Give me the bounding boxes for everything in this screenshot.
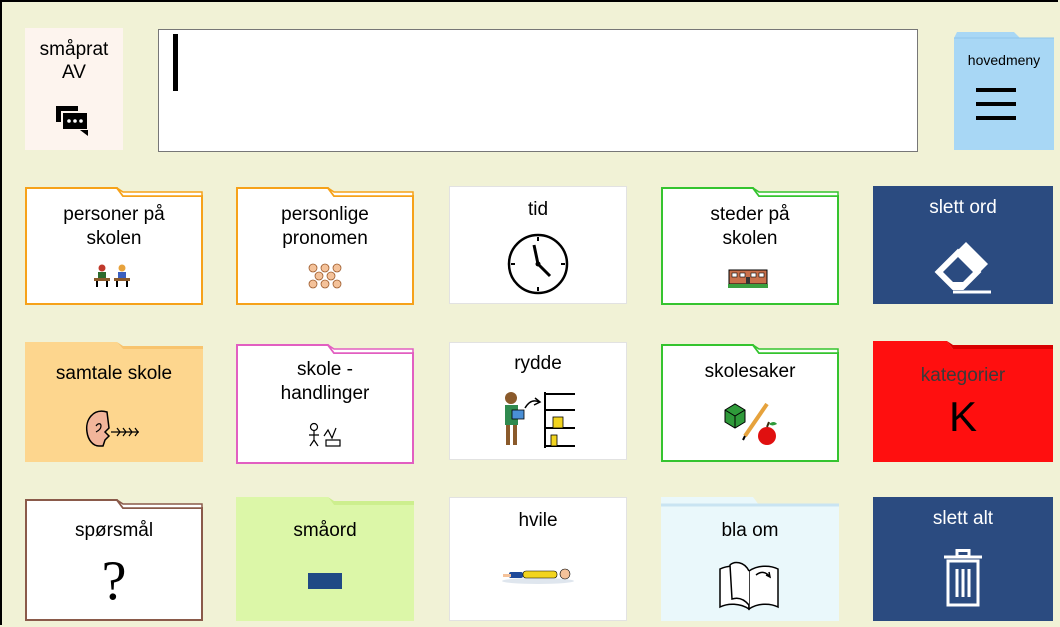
tile-label: steder på skolen (710, 204, 790, 249)
tile-label: slett alt (932, 508, 994, 529)
hamburger-menu-icon (976, 88, 1016, 120)
folder-personer-pa-skolen[interactable]: personer på skolen (25, 185, 203, 305)
folder-skolesaker[interactable]: skolesaker (661, 342, 839, 462)
tile-label: bla om (721, 520, 779, 541)
speaking-head-icon (85, 410, 139, 447)
school-actions-icon (309, 422, 341, 447)
school-supplies-icon (724, 402, 777, 445)
main-menu-label: hovedmeny (967, 52, 1041, 68)
question-mark-glyph: ? (101, 550, 127, 612)
page-turn-book-icon (719, 561, 779, 611)
clock-icon (507, 233, 569, 295)
kategorier-glyph: K (948, 393, 977, 440)
folder-skole-handlinger[interactable]: skole - handlinger (236, 342, 414, 464)
folder-personlige-pronomen[interactable]: personlige pronomen (236, 185, 414, 305)
folder-sporsmal[interactable]: spørsmål ? (25, 497, 203, 621)
tile-label: skole - handlinger (280, 359, 370, 404)
tidy-shelf-icon (505, 392, 575, 448)
tile-label: personlige pronomen (281, 204, 369, 249)
slett-ord-button[interactable]: slett ord (873, 186, 1053, 304)
folder-samtale-skole[interactable]: samtale skole (25, 342, 203, 462)
chat-bubbles-icon (56, 106, 89, 136)
folder-smaord[interactable]: småord (236, 497, 414, 621)
button-hvile[interactable]: hvile (449, 497, 627, 621)
main-menu-button[interactable]: hovedmeny (954, 32, 1054, 150)
folder-kategorier[interactable]: kategorier K (873, 341, 1053, 462)
tile-label: småord (293, 520, 357, 541)
tile-label: kategorier (920, 365, 1006, 386)
message-bar[interactable] (158, 29, 918, 152)
button-tid[interactable]: tid (449, 186, 627, 304)
school-people-icon (94, 264, 130, 287)
folder-steder-pa-skolen[interactable]: steder på skolen (661, 185, 839, 305)
school-building-icon (728, 269, 768, 288)
tile-label: tid (527, 199, 549, 220)
resting-person-icon (502, 568, 574, 584)
text-caret (173, 34, 178, 91)
tile-label: slett ord (929, 197, 997, 218)
smalltalk-label: småprat AV (39, 39, 109, 83)
trash-icon (944, 549, 982, 607)
tile-label: samtale skole (55, 363, 173, 384)
faces-group-icon (308, 263, 342, 289)
smalltalk-toggle-button[interactable]: småprat AV (25, 28, 123, 150)
blue-bar-icon (308, 573, 342, 589)
tile-label: rydde (514, 353, 562, 374)
tile-label: skolesaker (704, 361, 796, 382)
tile-label: hvile (518, 510, 558, 531)
tile-label: personer på skolen (63, 204, 165, 249)
button-rydde[interactable]: rydde (449, 342, 627, 460)
folder-bla-om[interactable]: bla om (661, 497, 839, 621)
eraser-icon (934, 242, 991, 294)
tile-label: spørsmål (74, 520, 154, 541)
slett-alt-button[interactable]: slett alt (873, 497, 1053, 621)
